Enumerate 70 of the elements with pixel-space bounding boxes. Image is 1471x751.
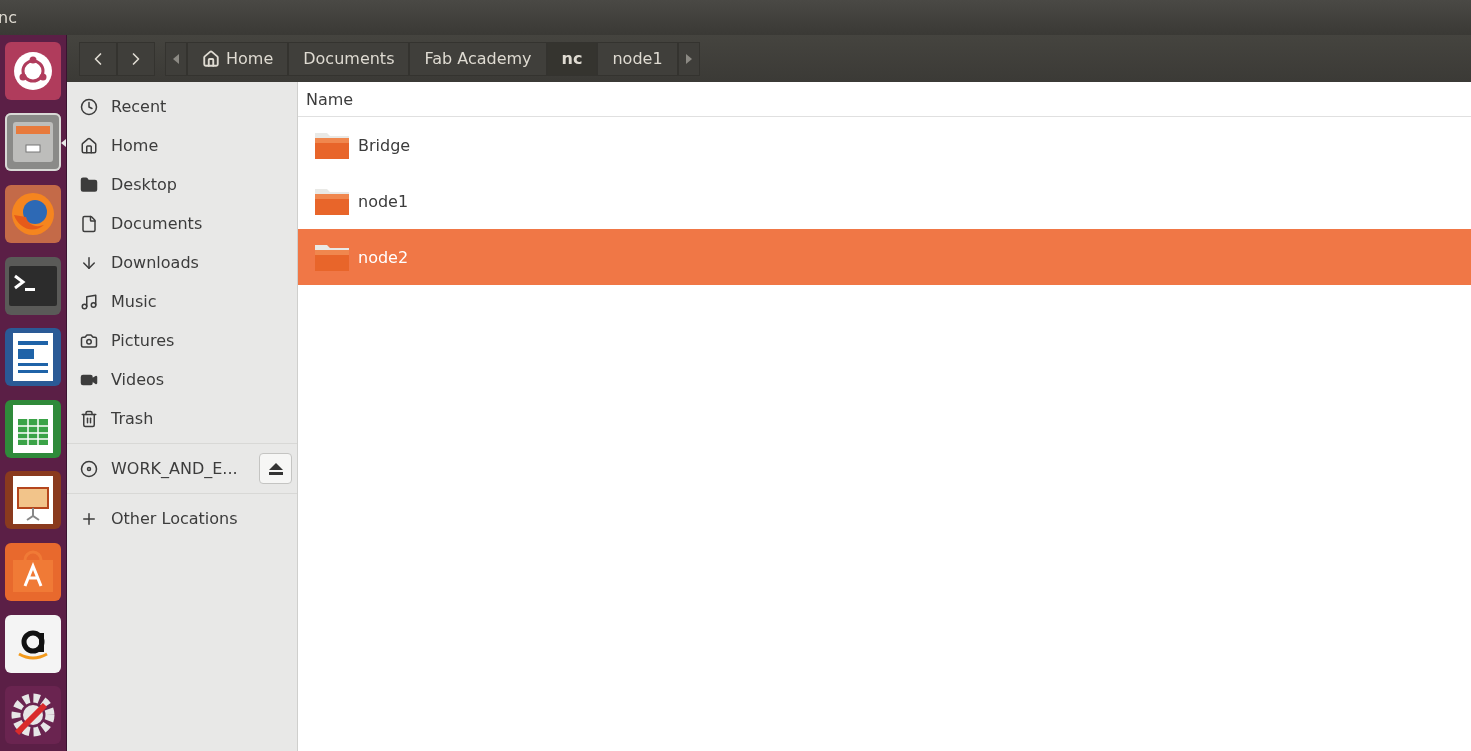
- sidebar-label: Desktop: [111, 175, 177, 194]
- sidebar-item[interactable]: Music: [67, 282, 297, 321]
- file-row[interactable]: node1: [298, 173, 1471, 229]
- path-crumb[interactable]: node1: [597, 41, 678, 76]
- sidebar-label: Trash: [111, 409, 154, 428]
- sidebar-item[interactable]: Home: [67, 126, 297, 165]
- file-name: node2: [358, 247, 409, 267]
- terminal-icon: [9, 265, 57, 306]
- spreadsheet-icon: [13, 404, 53, 453]
- launcher-app-tile[interactable]: [5, 185, 61, 243]
- folder-icon: [80, 175, 98, 194]
- sidebar-item[interactable]: Videos: [67, 360, 297, 399]
- eject-icon: [267, 461, 284, 476]
- sidebar-label: Videos: [111, 370, 165, 389]
- launcher-app-tile[interactable]: [5, 399, 61, 458]
- circle-of-friends-icon: [13, 50, 53, 91]
- sidebar-label: Pictures: [111, 331, 175, 350]
- column-header[interactable]: Name: [298, 82, 1471, 117]
- launcher-app-tile[interactable]: [5, 686, 61, 745]
- sidebar-item[interactable]: Pictures: [67, 321, 297, 360]
- path-crumb[interactable]: Fab Academy: [409, 41, 547, 76]
- launcher-app-tile[interactable]: [5, 41, 61, 100]
- window-title: nc: [0, 8, 17, 27]
- sidebar-item[interactable]: Documents: [67, 204, 297, 243]
- sidebar-item[interactable]: Other Locations: [67, 499, 297, 538]
- sidebar-item[interactable]: WORK_AND_E...: [67, 449, 297, 488]
- scroll-left-button[interactable]: [165, 41, 187, 76]
- sidebar-item[interactable]: Desktop: [67, 165, 297, 204]
- sidebar-label: WORK_AND_E...: [111, 459, 238, 478]
- folder-icon: [314, 130, 350, 160]
- launcher-app-tile[interactable]: [5, 328, 61, 387]
- file-cabinet-icon: [11, 120, 55, 165]
- camera-icon: [80, 331, 98, 350]
- path-crumb[interactable]: nc: [546, 41, 598, 76]
- music-note-icon: [80, 292, 98, 311]
- scroll-right-button[interactable]: [677, 41, 700, 76]
- sidebar-label: Home: [111, 136, 159, 155]
- sidebar-label: Recent: [111, 97, 167, 116]
- sidebar-item[interactable]: Recent: [67, 87, 297, 126]
- shopping-bag-icon: [11, 549, 55, 594]
- folder-icon: [314, 186, 350, 216]
- document-icon: [80, 214, 98, 233]
- launcher-app-tile[interactable]: [5, 614, 61, 673]
- fox-globe-icon: [10, 191, 56, 237]
- home-icon: [202, 49, 220, 68]
- folder-icon: [314, 242, 350, 272]
- presentation-icon: [13, 476, 53, 525]
- sidebar-label: Music: [111, 292, 157, 311]
- sidebar-item[interactable]: Downloads: [67, 243, 297, 282]
- launcher-app-tile[interactable]: [5, 256, 61, 315]
- path-crumb[interactable]: Documents: [288, 41, 410, 76]
- file-name: node1: [358, 191, 409, 211]
- text-document-icon: [13, 333, 53, 382]
- launcher-app-tile[interactable]: [5, 542, 61, 601]
- triangle-left-icon: [173, 53, 179, 64]
- launcher-app-tile[interactable]: [5, 471, 61, 530]
- launcher-app-tile[interactable]: [5, 113, 61, 172]
- sidebar-label: Documents: [111, 214, 203, 233]
- clock-icon: [80, 97, 98, 116]
- home-icon: [80, 136, 98, 155]
- path-crumb[interactable]: Home: [187, 41, 289, 76]
- sidebar-item[interactable]: Trash: [67, 399, 297, 438]
- file-row[interactable]: Bridge: [298, 117, 1471, 173]
- eject-button[interactable]: [259, 453, 292, 484]
- triangle-right-icon: [685, 53, 692, 64]
- sidebar-label: Other Locations: [111, 509, 238, 528]
- disc-icon: [80, 459, 98, 478]
- file-name: Bridge: [358, 135, 411, 155]
- sidebar-label: Downloads: [111, 253, 199, 272]
- trash-icon: [80, 409, 98, 428]
